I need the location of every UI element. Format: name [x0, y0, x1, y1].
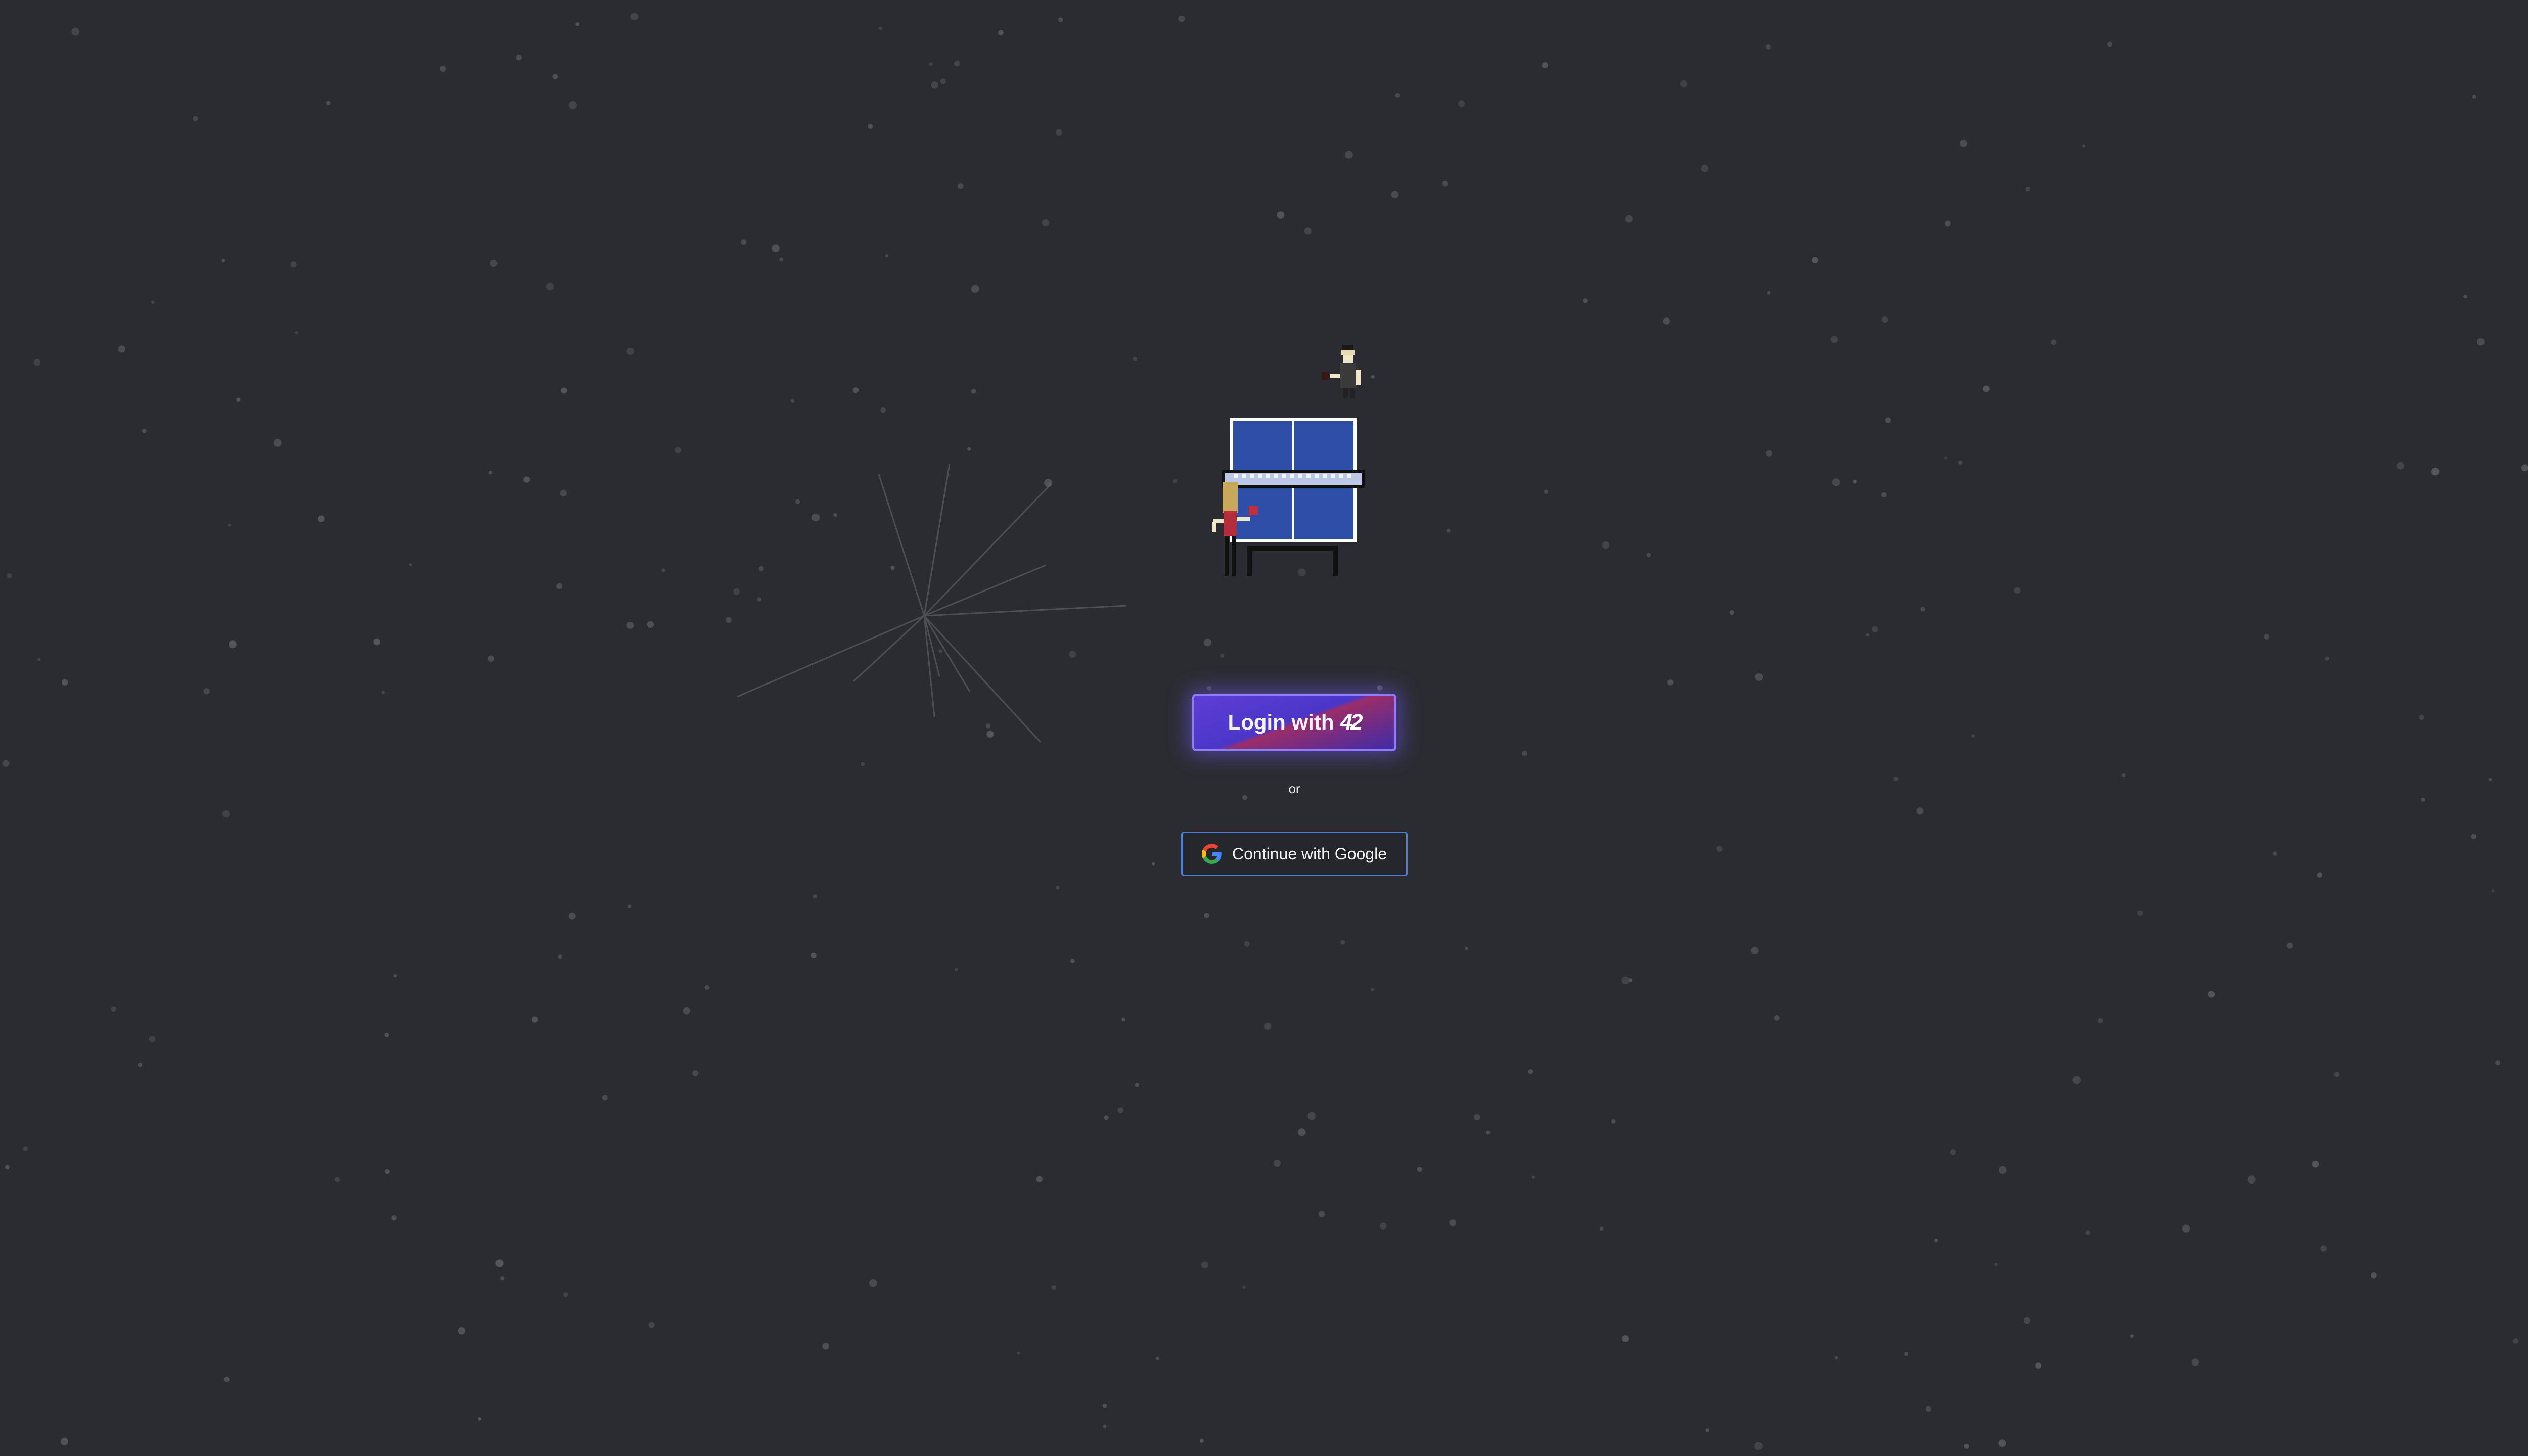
player-top — [1322, 345, 1361, 398]
login-with-42-button[interactable]: Login with 42 — [1192, 694, 1396, 751]
ping-pong-table-icon — [1212, 345, 1365, 576]
google-g-icon — [1202, 844, 1222, 864]
continue-with-google-button[interactable]: Continue with Google — [1181, 832, 1408, 876]
ping-pong-table — [1222, 418, 1365, 576]
login-page: Login with 42 or Continue with Google — [0, 0, 2528, 1456]
google-button-label: Continue with Google — [1232, 844, 1387, 863]
42-logo-icon: 42 — [1340, 710, 1363, 735]
login-button-label: Login with — [1228, 710, 1334, 734]
or-separator: or — [1288, 781, 1300, 796]
